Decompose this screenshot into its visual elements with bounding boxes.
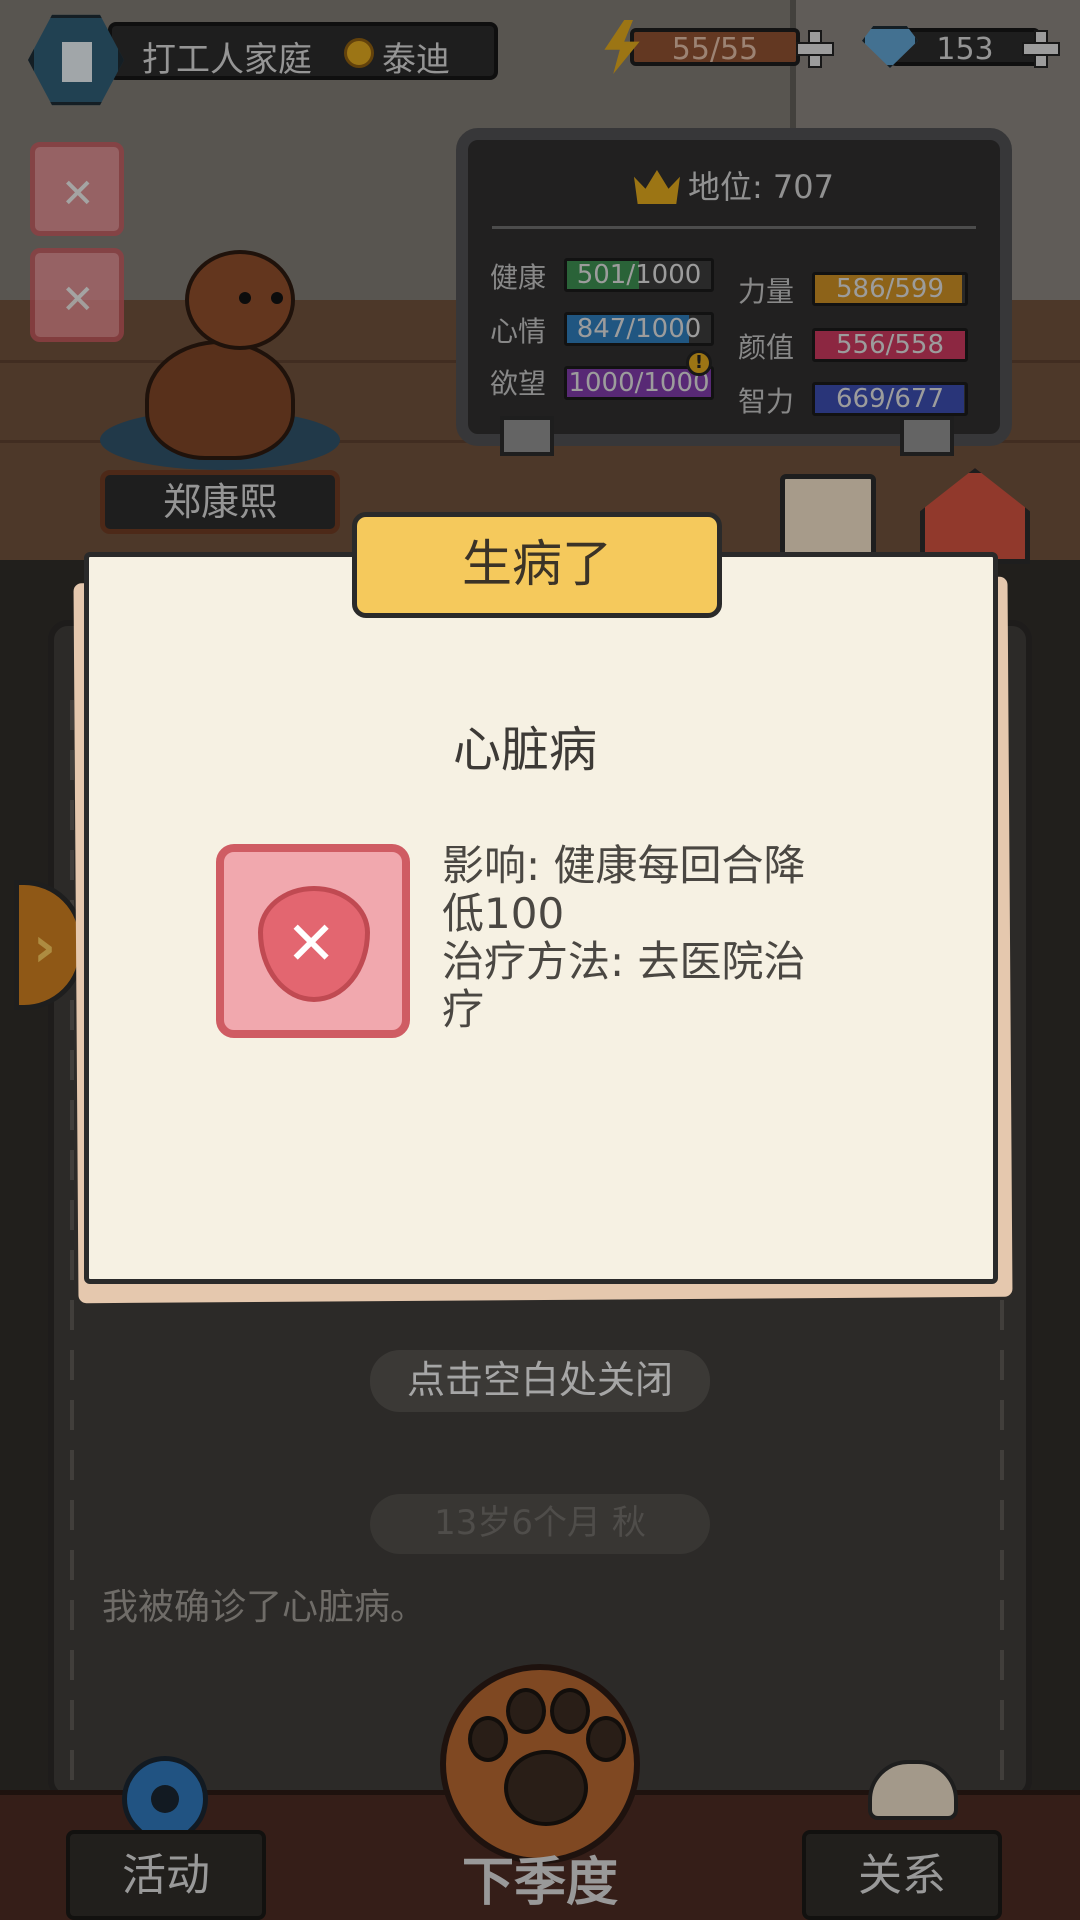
stat-label-looks: 颜值 [738, 331, 795, 364]
paw-toe [586, 1716, 626, 1762]
stat-label-desire: 欲望 [490, 367, 547, 400]
disease-treatment: 治疗方法: 去医院治疗 [442, 937, 806, 1034]
family-name-bar[interactable]: 打工人家庭 泰迪 [108, 22, 498, 80]
stat-value-health: 501/1000 [576, 260, 702, 290]
pet-head [185, 250, 295, 350]
log-entry: 我被确诊了心脏病。 [102, 1587, 427, 1628]
stat-value-mood: 847/1000 [576, 314, 702, 344]
status-title-text: 地位: 707 [687, 168, 835, 206]
stat-value-looks: 556/558 [835, 330, 944, 360]
status-title: 地位: 707 [468, 162, 1000, 208]
family-header[interactable]: 打工人家庭 泰迪 [28, 12, 498, 106]
cross-icon: ✕ [61, 277, 95, 323]
pet-eye [271, 292, 283, 304]
paw-toe [506, 1688, 546, 1734]
poodle-pet[interactable] [135, 250, 305, 460]
paw-toe [468, 1716, 508, 1762]
pet-name-label: 郑康熙 [100, 470, 340, 534]
chevron-right-icon: › [33, 915, 57, 980]
board-divider [492, 226, 976, 229]
family-title: 泰迪 [382, 40, 450, 80]
next-season-paw-button[interactable] [440, 1664, 640, 1864]
warning-icon: ! [686, 350, 712, 376]
crown-icon [633, 170, 680, 204]
stat-bar-intellect: 669/677 [812, 382, 968, 416]
disease-description: 影响: 健康每回合降低100 治疗方法: 去医院治疗 [442, 842, 842, 1034]
add-gems-button[interactable] [1022, 30, 1060, 68]
stat-value-desire: 1000/1000 [568, 368, 710, 398]
log-dashed-border [70, 700, 74, 1780]
pet-eye [239, 292, 251, 304]
stat-label-health: 健康 [490, 261, 547, 294]
board-leg [500, 416, 554, 456]
calendar-icon[interactable] [780, 474, 876, 564]
stat-label-intellect: 智力 [738, 385, 795, 418]
stat-bar-strength: 586/599 [812, 272, 968, 306]
close-hint[interactable]: 点击空白处关闭 [370, 1350, 710, 1412]
activities-tab[interactable]: 活动 [66, 1830, 266, 1920]
add-energy-button[interactable] [796, 30, 834, 68]
energy-value: 55/55 [671, 32, 759, 67]
next-season-label[interactable]: 下季度 [400, 1840, 680, 1920]
stat-value-strength: 586/599 [835, 274, 944, 304]
energy-bar: 55/55 [630, 28, 800, 67]
family-name: 打工人家庭 [142, 40, 312, 80]
blood-drop-disease-icon[interactable]: ✕ [30, 142, 124, 236]
stat-label-mood: 心情 [490, 315, 547, 348]
gem-counter: 153 [862, 20, 1062, 72]
disease-effect: 影响: 健康每回合降低100 [442, 841, 806, 938]
relations-tab[interactable]: 关系 [802, 1830, 1002, 1920]
cross-icon: ✕ [286, 909, 337, 979]
status-board[interactable]: 地位: 707 健康 501/1000 力量 586/599 心情 847/10… [456, 128, 1012, 446]
paw-toe [550, 1688, 590, 1734]
stat-bar-looks: 556/558 [812, 328, 968, 362]
board-leg [900, 416, 954, 456]
heart-disease-icon[interactable]: ✕ [30, 248, 124, 342]
cross-icon: ✕ [61, 171, 95, 217]
stat-value-intellect: 669/677 [835, 384, 944, 414]
age-label: 13岁6个月 秋 [370, 1494, 710, 1554]
stat-bar-mood: 847/1000 [564, 312, 714, 346]
stat-bar-health: 501/1000 [564, 258, 714, 292]
modal-header-ribbon: 生病了 [352, 512, 722, 618]
pet-body [145, 340, 295, 460]
disease-name: 心脏病 [452, 722, 597, 778]
stat-label-strength: 力量 [738, 275, 795, 308]
energy-counter: 55/55 [600, 20, 834, 74]
medal-icon [344, 38, 374, 68]
building-shape [62, 42, 92, 82]
paw-pad [504, 1750, 588, 1826]
heart-disease-large-icon: ✕ [216, 844, 410, 1038]
